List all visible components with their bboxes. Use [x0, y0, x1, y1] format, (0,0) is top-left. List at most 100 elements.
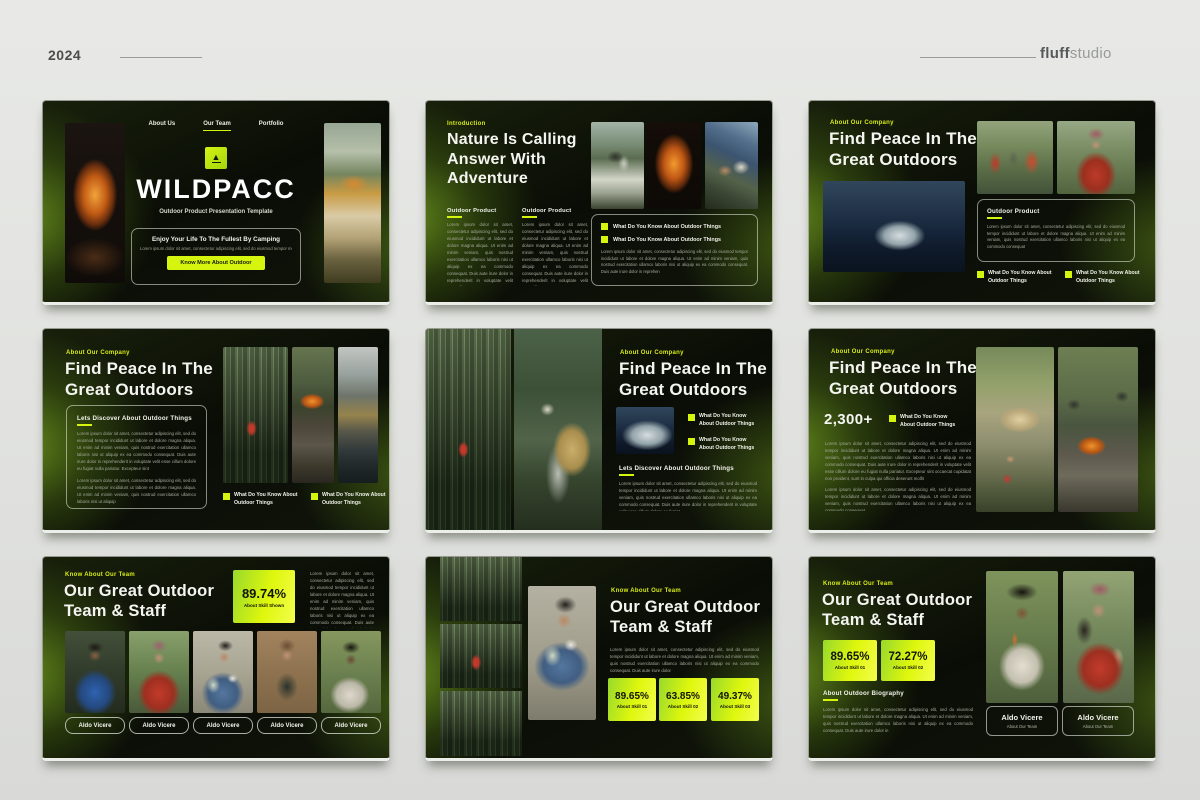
member-name-button[interactable]: Aldo Vicere — [65, 717, 125, 734]
photo-hikers-group — [977, 121, 1053, 194]
body-paragraph-1: Lorem ipsum dolor sit amet, consectetur … — [825, 441, 971, 483]
bullet-item: What Do You Know About Outdoor Things — [601, 223, 748, 230]
header-divider-left — [120, 57, 202, 58]
member-name-button[interactable]: Aldo Vicere — [321, 717, 381, 734]
slide-cover: About Us Our Team Portfolio ▲ WILDPACC O… — [42, 100, 390, 305]
body-paragraph-2: Lorem ipsum dolor sit amet, consectetur … — [825, 487, 971, 511]
stat-number: 2,300+ — [824, 411, 873, 428]
section-label: Know About Our Team — [823, 581, 893, 587]
bullet-square-icon — [1065, 271, 1072, 278]
template-preview-page: 2024 fluffstudio About Us Our Team Portf… — [0, 0, 1200, 800]
header-year: 2024 — [48, 47, 81, 63]
section-label: Introduction — [447, 121, 486, 127]
slide-team-grid: Know About Our Team Our Great Outdoor Te… — [42, 556, 390, 761]
bullet-item: What Do You Know About Outdoor Things — [889, 414, 961, 430]
stat-label: About Skill 02 — [893, 665, 923, 670]
column-body: Lorem ipsum dolor sit amet, consectetur … — [447, 222, 513, 286]
photo-team-member-4 — [257, 631, 317, 713]
member-name-button[interactable]: Aldo Vicere — [193, 717, 253, 734]
photo-forest-hiker — [223, 347, 288, 483]
box-heading: Outdoor Product — [987, 208, 1125, 215]
title-line: Team & Staff — [64, 601, 229, 621]
member-card[interactable]: Aldo Vicere About Our Team — [1062, 706, 1134, 736]
bullet-item: What Do You Know About Outdoor Things — [688, 413, 762, 429]
photo-team-member-3 — [193, 631, 253, 713]
bullet-item: What Do You Know About Outdoor Things — [688, 437, 762, 453]
mountain-icon: ▲ — [212, 153, 221, 161]
column-heading: Outdoor Product — [522, 208, 588, 214]
title-line: Answer With — [447, 150, 592, 170]
bullet-text: What Do You Know About Outdoor Things — [234, 492, 299, 508]
title-line: Team & Staff — [822, 610, 987, 630]
title-line: Great Outdoors — [619, 380, 769, 401]
body-paragraph: Lorem ipsum dolor sit amet, consectetur … — [610, 647, 759, 674]
bullet-box: What Do You Know About Outdoor Things Wh… — [591, 214, 758, 286]
skill-stat-box-2: 72.27% About Skill 02 — [881, 640, 935, 681]
cover-title: WILDPACC — [43, 174, 389, 205]
slide-about-company-c: About Our Company Find Peace In The Grea… — [425, 328, 773, 533]
nav-portfolio[interactable]: Portfolio — [259, 121, 284, 131]
cta-text: Lorem ipsum dolor sit amet, consectetur … — [140, 246, 292, 251]
stat-label: About Skill 03 — [720, 704, 750, 709]
header-divider-right — [920, 57, 1036, 58]
slide-team-bio: Know About Our Team Our Great Outdoor Te… — [808, 556, 1156, 761]
bullet-text: What Do You Know About Outdoor Things — [699, 437, 762, 453]
section-label: About Our Company — [831, 349, 895, 355]
title-line: Find Peace In The — [829, 129, 989, 150]
skill-stat-box-1: 89.65% About Skill 01 — [608, 678, 656, 721]
slide-title: Find Peace In The Great Outdoors — [619, 359, 769, 400]
slide-about-company-a: About Our Company Find Peace In The Grea… — [808, 100, 1156, 305]
slide-title: Our Great Outdoor Team & Staff — [64, 581, 229, 621]
know-more-button[interactable]: Know More About Outdoor — [167, 256, 264, 270]
text-column: Outdoor Product Lorem ipsum dolor sit am… — [522, 208, 588, 286]
bullet-text: What Do You Know About Outdoor Things — [613, 237, 721, 243]
brand-light: studio — [1070, 45, 1112, 62]
accent-underline — [823, 699, 838, 701]
stat-label: About Skill 01 — [617, 704, 647, 709]
box-paragraph-2: Lorem ipsum dolor sit amet, consectetur … — [77, 478, 196, 506]
slide-introduction: Introduction Nature Is Calling Answer Wi… — [425, 100, 773, 305]
sub-heading: Lets Discover About Outdoor Things — [619, 465, 734, 476]
accent-underline — [987, 217, 1002, 219]
stat-value: 89.65% — [615, 691, 649, 702]
member-name-button[interactable]: Aldo Vicere — [257, 717, 317, 734]
title-line: Nature Is Calling — [447, 130, 592, 150]
bullet-text: What Do You Know About Outdoor Things — [1076, 270, 1141, 286]
stat-value: 89.74% — [242, 586, 286, 601]
bullet-item: What Do You Know About Outdoor Things — [311, 492, 387, 508]
bullet-text: What Do You Know About Outdoor Things — [699, 413, 762, 429]
title-line: Our Great Outdoor — [64, 581, 229, 601]
bullet-square-icon — [311, 493, 318, 500]
column-body: Lorem ipsum dolor sit amet, consectetur … — [522, 222, 588, 286]
photo-mountain-lake — [338, 347, 378, 483]
member-card[interactable]: Aldo Vicere About Our Team — [986, 706, 1058, 736]
sub-heading: About Outdoor Biography — [823, 690, 904, 701]
skill-stat-box: 89.74% About Skill Shown — [233, 570, 295, 623]
stat-value: 63.85% — [666, 691, 700, 702]
bullet-square-icon — [223, 493, 230, 500]
title-line: Team & Staff — [610, 617, 765, 637]
member-subtitle: About Our Team — [1083, 724, 1113, 729]
skill-stat-box-1: 89.65% About Skill 01 — [823, 640, 877, 681]
sub-heading-text: About Outdoor Biography — [823, 690, 904, 697]
bullet-text: What Do You Know About Outdoor Things — [900, 414, 961, 430]
photo-man-reading — [528, 586, 596, 720]
bullet-text: What Do You Know About Outdoor Things — [613, 224, 721, 230]
brand-logo: fluffstudio — [1040, 45, 1112, 62]
text-columns: Outdoor Product Lorem ipsum dolor sit am… — [447, 208, 588, 286]
slide-title: Our Great Outdoor Team & Staff — [610, 597, 765, 637]
member-name: Aldo Vicere — [1077, 713, 1118, 722]
nav-our-team[interactable]: Our Team — [203, 121, 231, 131]
photo-team-member-hat — [986, 571, 1058, 703]
photo-team-member-5 — [321, 631, 381, 713]
photo-hiker-portrait — [1057, 121, 1135, 194]
slide-title: Nature Is Calling Answer With Adventure — [447, 130, 592, 189]
stat-label: About Skill Shown — [244, 603, 284, 608]
slide-team-skills: Know About Our Team Our Great Outdoor Te… — [425, 556, 773, 761]
slide-about-company-b: About Our Company Find Peace In The Grea… — [42, 328, 390, 533]
member-name-button[interactable]: Aldo Vicere — [129, 717, 189, 734]
nav-about-us[interactable]: About Us — [149, 121, 176, 131]
stat-label: About Skill 02 — [668, 704, 698, 709]
bullet-square-icon — [889, 415, 896, 422]
member-subtitle: About Our Team — [1007, 724, 1037, 729]
